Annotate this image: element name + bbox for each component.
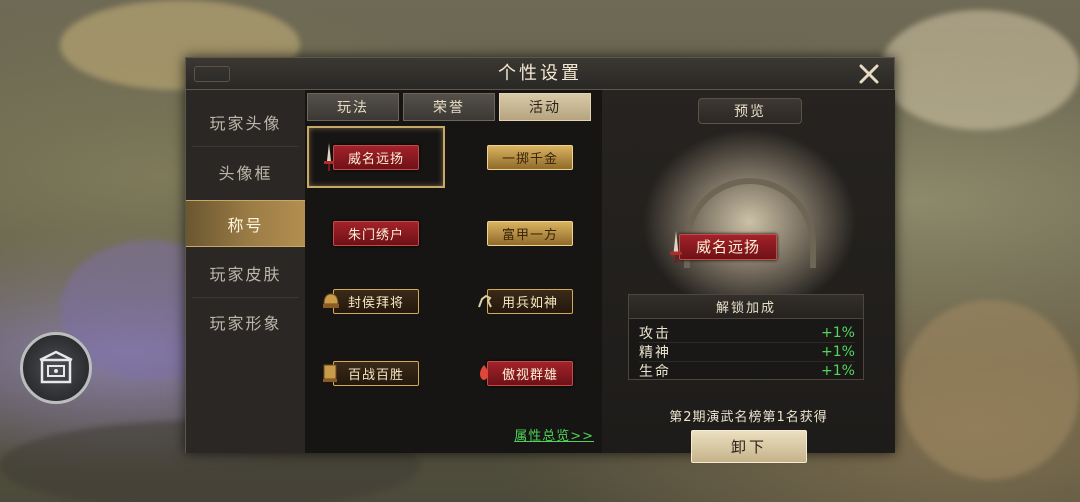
- title-plaque: 富甲一方: [486, 220, 573, 246]
- sidebar-item-avatar[interactable]: 玩家头像: [186, 98, 305, 145]
- title-plaque: 朱门绣户: [332, 220, 419, 246]
- sidebar-item-appearance[interactable]: 玩家形象: [186, 298, 305, 345]
- dialog-title: 个性设置: [498, 63, 582, 84]
- stat-value: +1%: [821, 324, 855, 341]
- stat-name: 攻击: [639, 325, 671, 342]
- preview-title: 威名远扬: [670, 231, 778, 263]
- stat-row: 精神 +1%: [639, 342, 855, 362]
- category-sidebar: 玩家头像 头像框 称号 玩家皮肤 玩家形象: [186, 90, 305, 453]
- title-label: 傲视群雄: [501, 367, 558, 383]
- unequip-button[interactable]: 卸下: [691, 430, 807, 463]
- stat-value: +1%: [821, 343, 855, 360]
- title-item[interactable]: 朱门绣户: [307, 202, 445, 264]
- title-plaque: 一掷千金: [486, 144, 573, 170]
- stat-row: 生命 +1%: [639, 361, 855, 381]
- sidebar-item-avatar-frame[interactable]: 头像框: [186, 148, 305, 195]
- attributes-overview-link[interactable]: 属性总览>>: [514, 425, 594, 444]
- title-source-text: 第2期演武名榜第1名获得: [669, 410, 828, 425]
- sidebar-item-title[interactable]: 称号: [186, 200, 305, 247]
- title-item[interactable]: 富甲一方: [461, 202, 599, 264]
- title-label: 一掷千金: [501, 151, 558, 167]
- flame-icon: [479, 365, 488, 380]
- banner-icon: [322, 364, 337, 382]
- stat-name: 精神: [639, 344, 671, 361]
- title-item[interactable]: 封侯拜将: [307, 270, 445, 332]
- title-item[interactable]: 傲视群雄: [461, 342, 599, 404]
- title-label: 富甲一方: [501, 227, 558, 243]
- title-item[interactable]: 用兵如神: [461, 270, 599, 332]
- stat-name: 生命: [639, 364, 671, 380]
- title-item[interactable]: 威名远扬: [307, 126, 445, 188]
- helmet-icon: [322, 293, 339, 308]
- close-icon: [859, 64, 879, 84]
- title-item[interactable]: 一掷千金: [461, 126, 599, 188]
- preview-title-label: 威名远扬: [696, 238, 761, 256]
- title-plaque: 用兵如神: [478, 288, 573, 314]
- title-label: 封侯拜将: [347, 295, 404, 311]
- divider: [192, 146, 299, 147]
- tab-event[interactable]: 活动: [499, 93, 591, 121]
- stat-value: +1%: [821, 363, 855, 379]
- stat-row: 攻击 +1%: [639, 323, 855, 343]
- title-label: 朱门绣户: [347, 227, 404, 243]
- title-plaque: 傲视群雄: [479, 360, 573, 386]
- unlock-bonus-box: 解锁加成 攻击 +1% 精神 +1% 生命 +1%: [628, 294, 864, 380]
- title-label: 用兵如神: [501, 295, 558, 311]
- preview-panel: 预览 威名远扬 解锁加成 攻击 +1% 精神 +1% 生命 +1% 第2期演武名…: [602, 90, 895, 463]
- title-item[interactable]: 百战百胜: [307, 342, 445, 404]
- title-plaque: 百战百胜: [322, 360, 419, 386]
- treasure-box-icon: [39, 350, 73, 384]
- sword-icon: [670, 231, 682, 263]
- tab-gameplay[interactable]: 玩法: [307, 93, 399, 121]
- title-list-panel: 玩法 荣誉 活动 威名远扬 一掷千金 朱门绣户 富甲一方 封侯拜将 用兵如神 百…: [305, 90, 602, 453]
- title-plaque: 威名远扬: [323, 143, 419, 171]
- close-button[interactable]: [856, 62, 882, 86]
- title-label: 百战百胜: [347, 367, 404, 383]
- preview-stage: [642, 128, 857, 298]
- title-label: 威名远扬: [347, 151, 404, 167]
- side-menu-button[interactable]: [20, 332, 92, 404]
- unlock-bonus-header: 解锁加成: [629, 295, 863, 319]
- tab-honor[interactable]: 荣誉: [403, 93, 495, 121]
- personalization-dialog: 个性设置 玩家头像 头像框 称号 玩家皮肤 玩家形象 玩法 荣誉 活动 威名远扬: [185, 57, 895, 463]
- title-plaque: 威名远扬: [670, 231, 778, 263]
- sword-icon: [323, 143, 334, 171]
- dialog-titlebar: 个性设置: [186, 58, 894, 90]
- title-plaque: 封侯拜将: [322, 288, 419, 314]
- horse-icon: [478, 294, 492, 308]
- preview-label: 预览: [698, 98, 802, 124]
- sidebar-item-skin[interactable]: 玩家皮肤: [186, 249, 305, 296]
